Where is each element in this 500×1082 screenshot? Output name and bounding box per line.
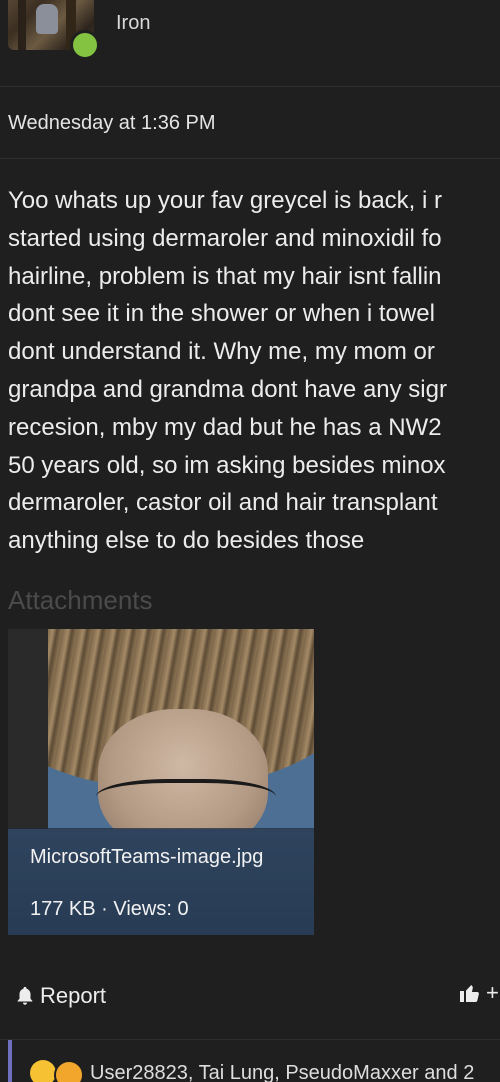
post-body-line: recesion, mby my dad but he has a NW2 — [8, 413, 442, 441]
post-body-line: 50 years old, so im asking besides minox — [8, 451, 446, 479]
thumbs-up-icon — [460, 985, 479, 1002]
post-body-line: anything else to do besides those — [8, 527, 365, 555]
attachment-meta: 177 KB · Views: 0 — [30, 898, 189, 920]
attachment-filename[interactable]: MicrosoftTeams-image.jpg — [30, 846, 263, 869]
report-button[interactable]: Report — [14, 982, 106, 1010]
online-status-icon — [70, 30, 100, 60]
like-button[interactable]: + — [458, 980, 499, 1006]
like-label: + — [486, 980, 499, 1005]
report-label: Report — [40, 983, 107, 1008]
post-header: Iron — [0, 0, 500, 87]
attachment-thumbnail[interactable]: MicrosoftTeams-image.jpg 177 KB · Views:… — [8, 629, 314, 935]
post-body-line: dont see it in the shower or when i towe… — [8, 300, 435, 328]
post-body-line: Yoo whats up your fav greycel is back, i… — [8, 187, 442, 214]
attachment-caption[interactable]: MicrosoftTeams-image.jpg 177 KB · Views:… — [8, 828, 314, 935]
post-actions: Report + — [0, 970, 500, 1022]
sad-emoji-icon — [54, 1060, 84, 1082]
timestamp-row: Wednesday at 1:36 PM — [0, 86, 500, 159]
post-body-line: grandpa and grandma dont have any sigr — [8, 375, 447, 403]
laughing-emoji-icon — [30, 1060, 56, 1082]
reactions-summary[interactable]: User28823, Tai Lung, PseudoMaxxer and 2 — [90, 1062, 474, 1082]
post-body-line: hairline, problem is that my hair isnt f… — [8, 262, 442, 290]
avatar-wrapper[interactable] — [8, 0, 100, 60]
attachments-heading: Attachments — [8, 585, 153, 615]
avatar-photo-tree — [18, 0, 26, 50]
post-body-line: dermaroler, castor oil and hair transpla… — [8, 489, 438, 517]
attachment-photo-glasses — [96, 779, 276, 823]
post-timestamp[interactable]: Wednesday at 1:36 PM — [8, 112, 216, 135]
post-body-line: dont understand it. Why me, my mom or — [8, 338, 435, 366]
reactions-bar[interactable]: User28823, Tai Lung, PseudoMaxxer and 2 — [0, 1039, 500, 1082]
post-page: Iron Wednesday at 1:36 PM Yoo whats up y… — [0, 0, 500, 1082]
post-body-line: started using dermaroler and minoxidil f… — [8, 224, 442, 252]
post-body: Yoo whats up your fav greycel is back, i… — [8, 182, 500, 560]
username[interactable]: Iron — [116, 12, 150, 35]
reactions-accent-bar — [8, 1040, 12, 1082]
avatar-photo-person — [36, 4, 58, 34]
bell-icon — [17, 986, 33, 1005]
